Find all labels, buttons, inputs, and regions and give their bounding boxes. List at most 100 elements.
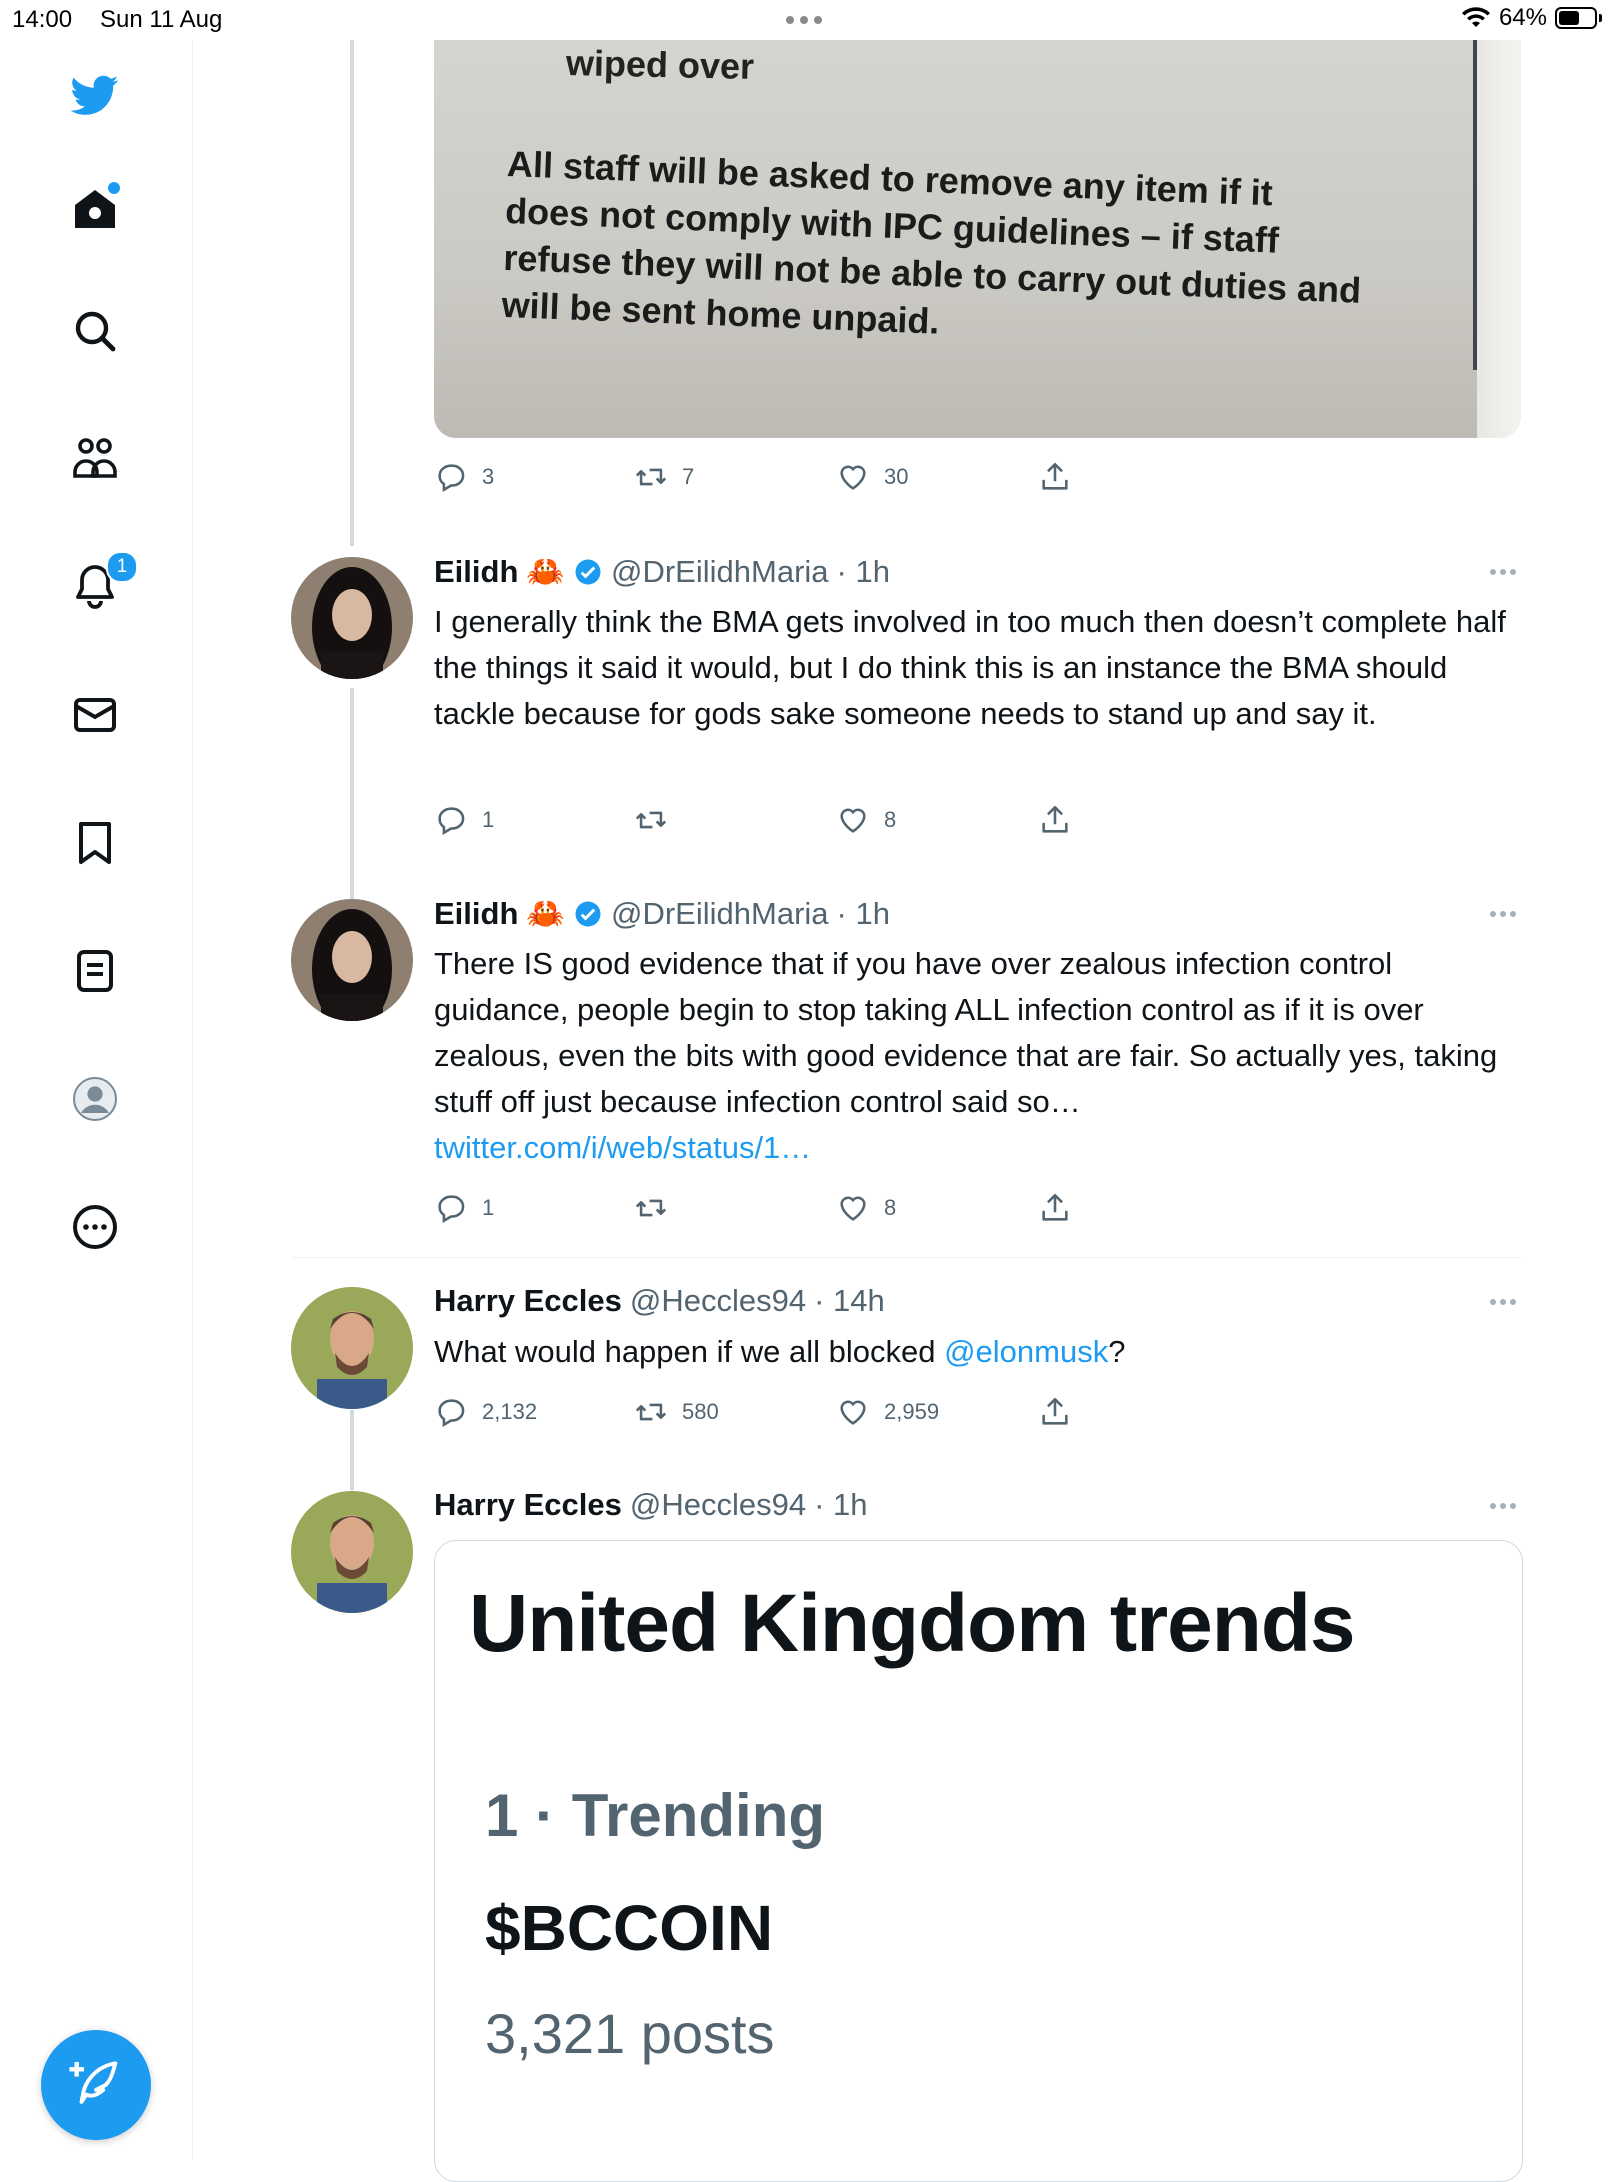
retweet-button[interactable]: 7 (634, 457, 694, 497)
tweet-text-before: What would happen if we all blocked (434, 1334, 945, 1369)
reply-button[interactable]: 1 (434, 1188, 494, 1228)
author-handle[interactable]: @DrEilidhMaria (611, 554, 829, 590)
status-time: 14:00 (12, 6, 73, 33)
reply-count: 1 (482, 807, 495, 832)
sign-text-body: All staff will be asked to remove any it… (500, 142, 1362, 342)
mention-link[interactable]: @elonmusk (944, 1334, 1108, 1369)
avatar[interactable] (291, 557, 413, 679)
bell-icon[interactable]: 1 (62, 551, 138, 619)
heart-icon (840, 1196, 866, 1221)
share-icon (1042, 462, 1068, 490)
trend-posts: 3,321 posts (485, 2002, 775, 2065)
more-options-icon[interactable] (1490, 908, 1520, 920)
trend-rank: 1 · Trending (485, 1782, 826, 1849)
communities-icon[interactable] (62, 425, 128, 491)
tweet-time[interactable]: · 1h (837, 896, 890, 932)
twitter-bird-icon[interactable] (62, 62, 128, 128)
thread-line (350, 1410, 354, 1490)
author-emoji: 🦀 (526, 896, 565, 931)
author-name[interactable]: Harry Eccles (434, 1487, 622, 1523)
battery-tip (1599, 14, 1602, 22)
retweet-button[interactable] (634, 800, 668, 840)
share-button[interactable] (1038, 800, 1072, 840)
compose-icon (69, 2061, 118, 2104)
compose-button[interactable] (41, 2030, 151, 2140)
notifications-badge: 1 (106, 551, 138, 583)
retweet-count: 580 (682, 1399, 719, 1424)
multitasking-dots-icon[interactable] (786, 16, 822, 24)
retweet-button[interactable] (634, 1188, 668, 1228)
verified-badge-icon (575, 901, 601, 926)
more-icon[interactable] (62, 1194, 128, 1260)
more-options-icon[interactable] (1490, 566, 1520, 578)
tweet-header: Eilidh 🦀 @DrEilidhMaria · 1h (434, 895, 890, 932)
reply-icon (438, 1195, 465, 1224)
retweet-icon (635, 1403, 667, 1421)
tweet-divider (291, 1257, 1521, 1258)
author-emoji: 🦀 (526, 554, 565, 589)
more-options-icon[interactable] (1490, 1500, 1520, 1512)
like-count: 8 (884, 807, 897, 832)
author-name[interactable]: Eilidh (434, 554, 518, 590)
verified-badge-icon (575, 559, 601, 584)
like-button[interactable]: 30 (836, 457, 908, 497)
author-handle[interactable]: @Heccles94 (630, 1283, 806, 1319)
tweet-header: Harry Eccles @Heccles94 · 1h (434, 1487, 868, 1523)
profile-icon[interactable] (62, 1066, 128, 1132)
reply-icon (438, 807, 465, 836)
tweet-header: Harry Eccles @Heccles94 · 14h (434, 1283, 885, 1319)
lists-icon[interactable] (62, 938, 128, 1004)
like-button[interactable]: 8 (836, 800, 896, 840)
like-count: 8 (884, 1195, 897, 1220)
avatar[interactable] (291, 1491, 413, 1613)
more-options-icon[interactable] (1490, 1296, 1520, 1308)
battery-fill (1559, 11, 1580, 25)
author-handle[interactable]: @DrEilidhMaria (611, 896, 829, 932)
avatar[interactable] (291, 1287, 413, 1409)
status-bar: 14:00 Sun 11 Aug 64% (0, 0, 1620, 40)
retweet-icon (635, 1199, 667, 1217)
like-button[interactable]: 2,959 (836, 1392, 939, 1432)
avatar[interactable] (291, 899, 413, 1021)
trend-name: $BCCOIN (485, 1892, 774, 1964)
tweet-time[interactable]: · 1h (814, 1487, 867, 1523)
sign-text-heading: wiped over (565, 42, 755, 87)
status-date: Sun 11 Aug (100, 6, 223, 33)
author-handle[interactable]: @Heccles94 (630, 1487, 806, 1523)
tweet-text-after: ? (1108, 1334, 1126, 1369)
reply-count: 1 (482, 1195, 495, 1220)
tweet-text-body: There IS good evidence that if you have … (434, 946, 1498, 1119)
reply-button[interactable]: 3 (434, 457, 494, 497)
share-button[interactable] (1038, 1188, 1072, 1228)
mail-icon[interactable] (62, 682, 128, 748)
search-icon[interactable] (62, 298, 128, 364)
author-name[interactable]: Eilidh (434, 896, 518, 932)
retweet-icon (635, 811, 667, 829)
trend-card-title: United Kingdom trends (469, 1578, 1356, 1669)
retweet-button[interactable]: 580 (634, 1392, 719, 1432)
author-name[interactable]: Harry Eccles (434, 1283, 622, 1319)
photo-wall (1477, 40, 1521, 438)
heart-icon (840, 465, 866, 490)
share-button[interactable] (1038, 1392, 1072, 1432)
status-right: 64% (1461, 4, 1602, 32)
battery-icon (1555, 7, 1597, 29)
share-button[interactable] (1038, 457, 1072, 497)
bookmark-icon[interactable] (62, 810, 128, 876)
share-icon (1042, 805, 1068, 833)
reply-icon (438, 464, 465, 493)
tweet-media-image[interactable]: wiped over All staff will be asked to re… (434, 40, 1521, 438)
battery-percent: 64% (1498, 4, 1547, 31)
tweet-media-image[interactable]: United Kingdom trends 1 · Trending $BCCO… (434, 1540, 1523, 2182)
reply-button[interactable]: 2,132 (434, 1392, 537, 1432)
home-icon[interactable] (62, 176, 128, 242)
like-button[interactable]: 8 (836, 1188, 896, 1228)
home-unread-dot (108, 182, 120, 194)
tweet-link[interactable]: twitter.com/i/web/status/1… (434, 1130, 811, 1165)
like-count: 2,959 (884, 1399, 940, 1424)
retweet-icon (635, 468, 667, 486)
tweet-time[interactable]: · 1h (837, 554, 890, 590)
reply-button[interactable]: 1 (434, 800, 494, 840)
tweet-time[interactable]: · 14h (814, 1283, 885, 1319)
sidebar: 1 (0, 40, 193, 2160)
